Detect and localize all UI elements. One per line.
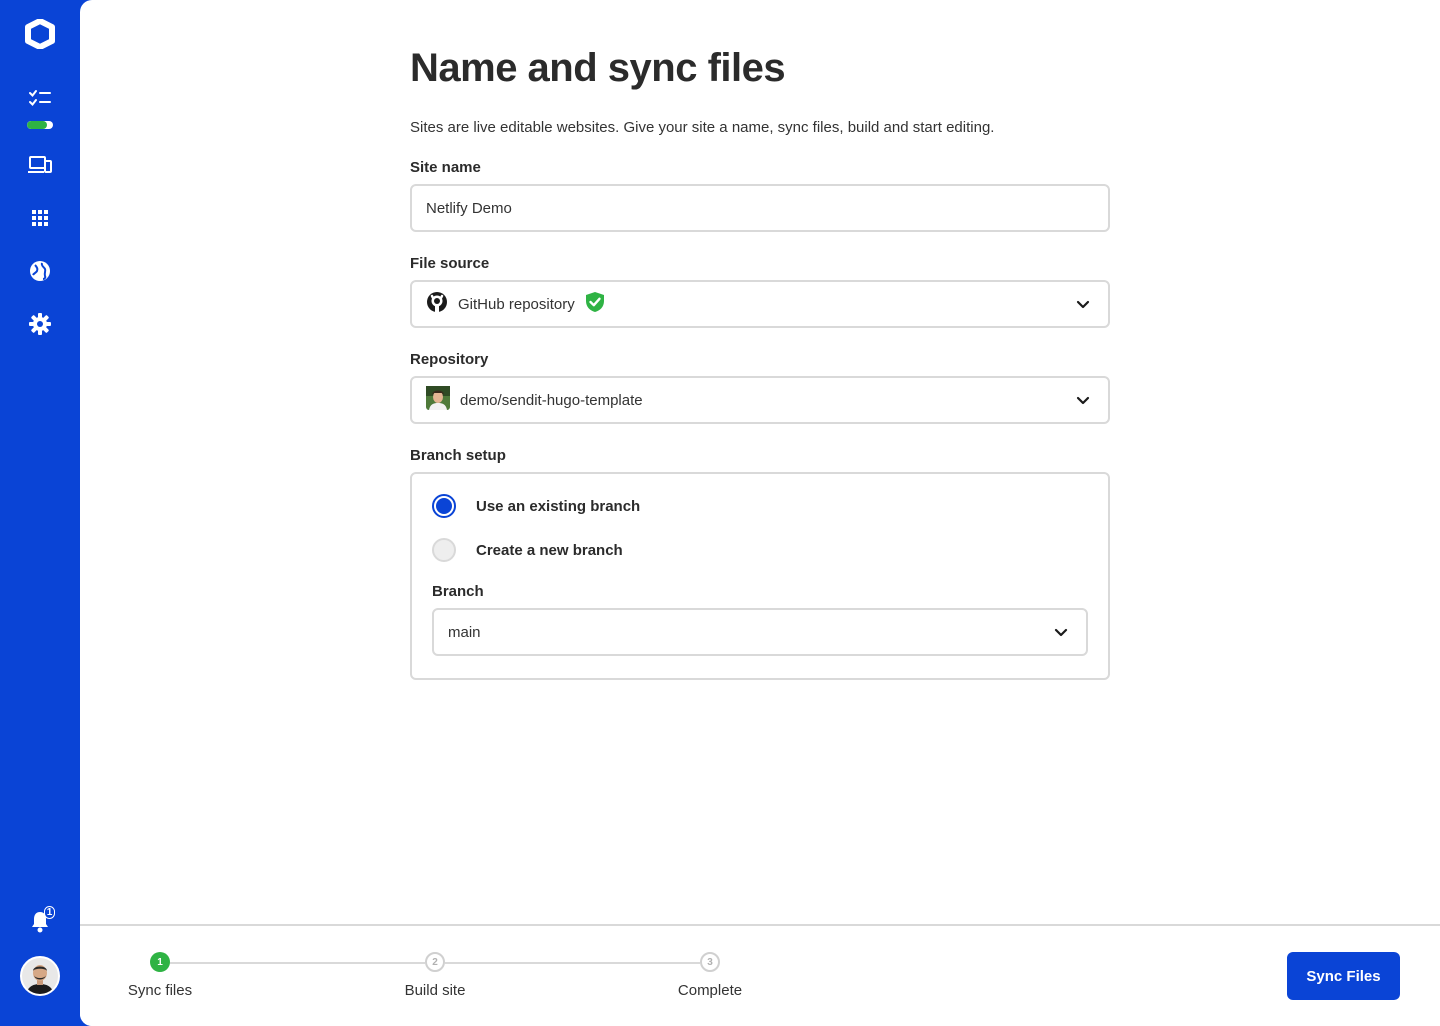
globe-icon[interactable] <box>0 251 80 291</box>
gear-icon[interactable] <box>0 304 80 344</box>
step-2-label: Build site <box>404 982 466 999</box>
bell-icon[interactable] <box>0 902 80 942</box>
step-3-indicator: 3 <box>700 952 720 972</box>
page-title: Name and sync files <box>410 46 786 90</box>
chevron-down-icon <box>1054 624 1068 641</box>
branch-setup-label: Branch setup <box>410 447 506 464</box>
branch-setup-panel: Use an existing branch Create a new bran… <box>410 472 1110 680</box>
file-source-value-group: GitHub repository <box>426 291 605 317</box>
setup-progress-fill <box>27 121 47 129</box>
devices-icon[interactable] <box>0 145 80 185</box>
sidebar: 1 <box>0 0 80 1026</box>
branch-setup-field: Branch setup Use an existing branch Crea… <box>410 446 1110 680</box>
chevron-down-icon <box>1076 392 1090 409</box>
site-name-input[interactable] <box>426 199 1094 217</box>
apps-grid-icon[interactable] <box>0 198 80 238</box>
repository-value-group: demo/sendit-hugo-template <box>426 386 643 414</box>
radio-existing-branch[interactable]: Use an existing branch <box>432 494 1088 518</box>
sync-files-button[interactable]: Sync Files <box>1287 952 1400 1000</box>
site-name-label: Site name <box>410 159 481 176</box>
github-icon <box>426 291 448 317</box>
file-source-select[interactable]: GitHub repository <box>410 280 1110 328</box>
radio-new-branch[interactable]: Create a new branch <box>432 538 1088 562</box>
repository-avatar-icon <box>426 386 450 414</box>
setup-progress-bar <box>27 121 53 129</box>
radio-unselected-icon[interactable] <box>432 538 456 562</box>
radio-existing-branch-label: Use an existing branch <box>476 497 641 515</box>
step-2-indicator: 2 <box>425 952 445 972</box>
logo-icon[interactable] <box>0 14 80 54</box>
main-panel: Name and sync files Sites are live edita… <box>80 0 1440 1026</box>
step-1-label: Sync files <box>127 982 193 999</box>
radio-new-branch-label: Create a new branch <box>476 541 623 559</box>
repository-label: Repository <box>410 351 489 368</box>
user-avatar[interactable] <box>20 956 60 996</box>
file-source-field: File source GitHub repository <box>410 254 1110 328</box>
page-subtitle: Sites are live editable websites. Give y… <box>410 119 995 136</box>
app-root: 1 Name and sync files Sites are live edi… <box>0 0 1440 1026</box>
checklist-icon[interactable] <box>0 78 80 118</box>
footer-stepper: 1 Sync files 2 Build site 3 Complete Syn… <box>80 924 1440 1026</box>
site-name-input-box[interactable] <box>410 184 1110 232</box>
branch-value: main <box>448 623 481 641</box>
file-source-label: File source <box>410 255 490 272</box>
repository-select[interactable]: demo/sendit-hugo-template <box>410 376 1110 424</box>
step-3-label: Complete <box>677 982 743 999</box>
step-1-indicator: 1 <box>150 952 170 972</box>
step-connector <box>445 962 700 964</box>
radio-selected-icon[interactable] <box>432 494 456 518</box>
step-connector <box>170 962 425 964</box>
repository-value: demo/sendit-hugo-template <box>460 391 643 409</box>
branch-select[interactable]: main <box>432 608 1088 656</box>
site-name-field: Site name <box>410 158 1110 232</box>
form-content: Name and sync files Sites are live edita… <box>410 44 1110 680</box>
notification-count-badge: 1 <box>44 906 55 919</box>
repository-field: Repository demo/sendit-hugo-template <box>410 350 1110 424</box>
shield-check-icon <box>585 291 605 317</box>
branch-label: Branch <box>432 583 484 600</box>
chevron-down-icon <box>1076 296 1090 313</box>
file-source-value: GitHub repository <box>458 295 575 313</box>
